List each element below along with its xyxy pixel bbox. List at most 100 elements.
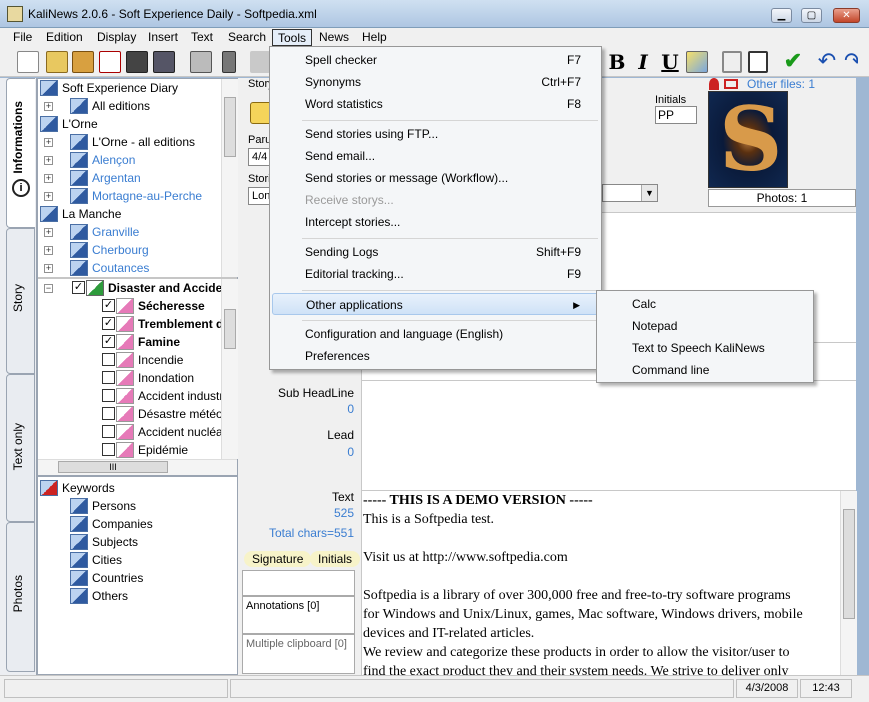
print-icon[interactable] <box>190 51 212 73</box>
initials-field[interactable]: PP <box>655 106 697 124</box>
menu-item-synonyms[interactable]: Synonyms Ctrl+F7 <box>272 71 599 93</box>
tree-item[interactable]: + Cherbourg <box>38 241 222 259</box>
tree-item[interactable]: Subjects <box>38 533 237 551</box>
tab-photos[interactable]: Photos <box>6 522 35 672</box>
tree-item[interactable]: Accident industriel <box>38 387 222 405</box>
menu-tools[interactable]: Tools <box>272 29 313 46</box>
save-all-icon[interactable] <box>153 51 175 73</box>
scroll-thumb[interactable] <box>843 509 855 619</box>
menu-text[interactable]: Text <box>186 29 218 46</box>
new-document-icon[interactable] <box>17 51 39 73</box>
tree-item[interactable]: + Mortagne-au-Perche <box>38 187 222 205</box>
tree-item[interactable]: Others <box>38 587 237 605</box>
checkbox[interactable]: ✓ <box>102 317 115 330</box>
menu-item-intercept-stories[interactable]: Intercept stories... <box>272 211 599 233</box>
submenu-item-command-line[interactable]: Command line <box>599 359 811 381</box>
menu-item-other-applications[interactable]: Other applications ▶ <box>272 293 599 315</box>
checkbox[interactable] <box>102 353 115 366</box>
menu-item-preferences[interactable]: Preferences <box>272 345 599 367</box>
close-button[interactable]: ✕ <box>833 8 860 23</box>
expand-icon[interactable]: + <box>44 102 53 111</box>
expand-icon[interactable]: + <box>44 264 53 273</box>
submenu-item-calc[interactable]: Calc <box>599 293 811 315</box>
open-folder-icon[interactable] <box>46 51 68 73</box>
tree-item[interactable]: + Argentan <box>38 169 222 187</box>
checkbox[interactable]: ✓ <box>102 335 115 348</box>
frame-icon[interactable] <box>748 51 768 73</box>
submenu-item-text-to-speech[interactable]: Text to Speech KaliNews <box>599 337 811 359</box>
tree-item[interactable]: + Alençon <box>38 151 222 169</box>
menu-item-send-ftp[interactable]: Send stories using FTP... <box>272 123 599 145</box>
expand-icon[interactable]: + <box>44 246 53 255</box>
tree-item[interactable]: + All editions <box>38 97 222 115</box>
checkbox[interactable] <box>102 425 115 438</box>
tree-item[interactable]: ✓ Famine <box>38 333 222 351</box>
tree-item[interactable]: Soft Experience Diary <box>38 79 222 97</box>
menu-item-sending-logs[interactable]: Sending Logs Shift+F9 <box>272 241 599 263</box>
tab-text-only[interactable]: Text only <box>6 374 35 522</box>
submenu-item-notepad[interactable]: Notepad <box>599 315 811 337</box>
validate-check-icon[interactable]: ✔ <box>782 50 804 73</box>
maximize-button[interactable]: ▢ <box>801 8 822 23</box>
menu-item-word-statistics[interactable]: Word statistics F8 <box>272 93 599 115</box>
menu-item-send-workflow[interactable]: Send stories or message (Workflow)... <box>272 167 599 189</box>
annotations-panel[interactable]: Annotations [0] <box>242 596 355 634</box>
categories-scrollbar[interactable] <box>221 279 238 459</box>
multiple-clipboard-panel[interactable]: Multiple clipboard [0] <box>242 634 355 674</box>
text-scrollbar[interactable] <box>840 491 857 675</box>
undo-icon[interactable]: ↶ <box>816 50 838 73</box>
underline-button[interactable]: U <box>658 51 682 73</box>
story-photo[interactable]: S <box>708 91 788 188</box>
tree-item[interactable]: Accident nucléaire <box>38 423 222 441</box>
chevron-down-icon[interactable]: ▼ <box>641 185 657 201</box>
expand-icon[interactable]: + <box>44 156 53 165</box>
scroll-thumb[interactable] <box>224 309 236 349</box>
menu-search[interactable]: Search <box>223 29 271 46</box>
tree-item[interactable]: + L'Orne - all editions <box>38 133 222 151</box>
expand-icon[interactable]: + <box>44 174 53 183</box>
pin-icon[interactable] <box>709 78 719 90</box>
tree-item[interactable]: Désastre météorologique <box>38 405 222 423</box>
expand-icon[interactable]: + <box>44 138 53 147</box>
save-icon[interactable] <box>126 51 148 73</box>
menu-item-configuration[interactable]: Configuration and language (English) <box>272 323 599 345</box>
story-text[interactable]: ----- THIS IS A DEMO VERSION ----- This … <box>362 491 840 675</box>
tree-item[interactable]: Keywords <box>38 479 237 497</box>
scroll-thumb[interactable] <box>224 97 236 157</box>
menu-item-send-email[interactable]: Send email... <box>272 145 599 167</box>
tree-item[interactable]: + Granville <box>38 223 222 241</box>
redo-icon[interactable]: ↷ <box>844 51 858 73</box>
menu-edition[interactable]: Edition <box>41 29 88 46</box>
menu-item-editorial-tracking[interactable]: Editorial tracking... F9 <box>272 263 599 285</box>
collapse-icon[interactable]: − <box>44 284 53 293</box>
tree-item[interactable]: La Manche <box>38 205 222 223</box>
tree-item[interactable]: ✓ Sécheresse <box>38 297 222 315</box>
checkbox[interactable]: ✓ <box>102 299 115 312</box>
checkbox[interactable] <box>102 389 115 402</box>
bold-button[interactable]: B <box>605 51 629 73</box>
tree-item[interactable]: Persons <box>38 497 237 515</box>
open-multiple-icon[interactable] <box>72 51 94 73</box>
editions-scrollbar[interactable] <box>221 79 238 277</box>
menu-news[interactable]: News <box>314 29 354 46</box>
link-icon[interactable] <box>724 79 738 89</box>
tree-item[interactable]: − ✓ Disaster and Accidents <box>38 279 222 297</box>
expand-icon[interactable]: + <box>44 228 53 237</box>
tree-item[interactable]: ✓ Tremblement de terre <box>38 315 222 333</box>
tree-item[interactable]: Inondation <box>38 369 222 387</box>
checkbox[interactable] <box>102 443 115 456</box>
toolbar-hidden-icon[interactable] <box>250 51 270 73</box>
tree-item[interactable]: + Coutances <box>38 259 222 277</box>
tree-item[interactable]: Companies <box>38 515 237 533</box>
tree-item[interactable]: Cities <box>38 551 237 569</box>
special-chars-icon[interactable] <box>686 51 708 73</box>
menu-help[interactable]: Help <box>357 29 392 46</box>
app-icon[interactable] <box>7 6 23 22</box>
tree-item[interactable]: Incendie <box>38 351 222 369</box>
checkbox[interactable] <box>102 371 115 384</box>
stories-dropdown[interactable]: ▼ <box>602 184 658 202</box>
signature-button[interactable]: Signature <box>244 551 312 567</box>
checkbox[interactable] <box>102 407 115 420</box>
menu-display[interactable]: Display <box>92 29 141 46</box>
menu-item-spell-checker[interactable]: Spell checker F7 <box>272 49 599 71</box>
